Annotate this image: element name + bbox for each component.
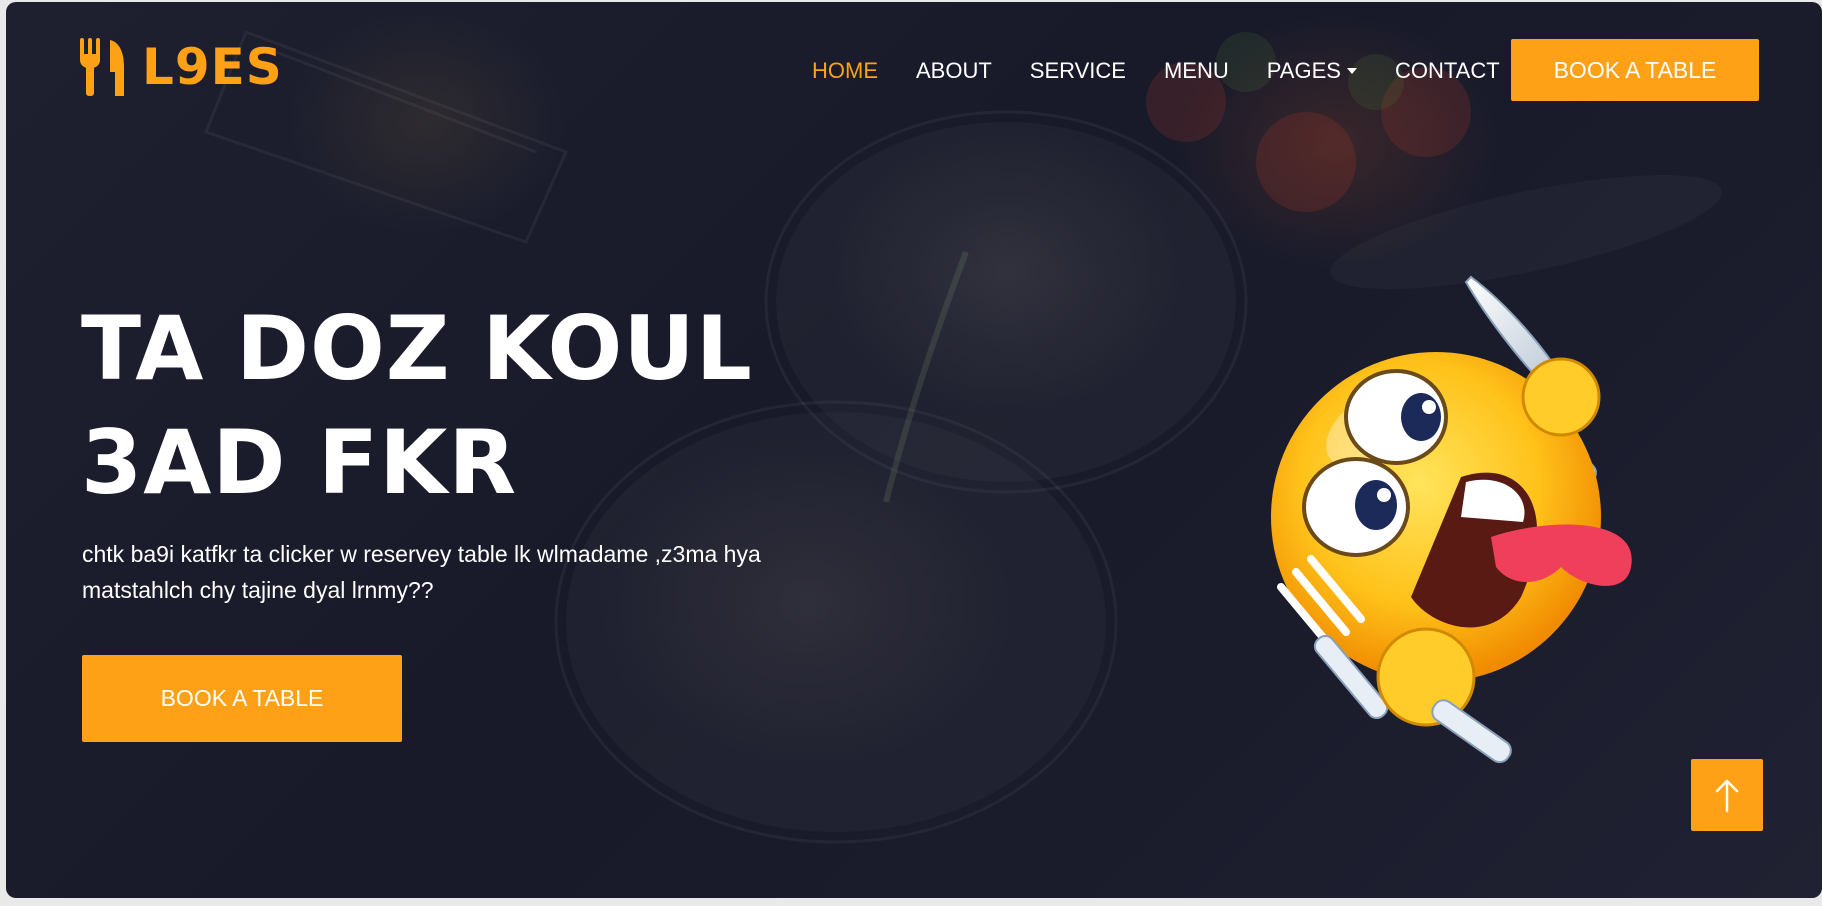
nav-book-table-button[interactable]: BOOK A TABLE xyxy=(1511,39,1759,101)
back-to-top-button[interactable] xyxy=(1691,759,1763,831)
main-nav: HOME ABOUT SERVICE MENU PAGES CONTACT xyxy=(812,58,1538,84)
nav-pages-dropdown[interactable]: PAGES xyxy=(1267,58,1357,84)
caret-down-icon xyxy=(1346,68,1357,74)
nav-pages-label: PAGES xyxy=(1266,58,1341,83)
hero-title: TA DOZ KOUL 3AD FKR xyxy=(81,292,841,520)
hero-section: L9ES HOME ABOUT SERVICE MENU PAGES CONTA… xyxy=(6,2,1822,898)
nav-service[interactable]: SERVICE xyxy=(1030,58,1126,84)
utensils-icon xyxy=(80,38,124,96)
nav-about[interactable]: ABOUT xyxy=(916,58,992,84)
hero-book-table-button[interactable]: BOOK A TABLE xyxy=(82,655,402,742)
hero-title-line1: TA DOZ KOUL xyxy=(81,297,753,400)
brand-logo[interactable]: L9ES xyxy=(78,36,283,98)
nav-home[interactable]: HOME xyxy=(812,58,878,84)
arrow-up-icon xyxy=(1715,779,1739,813)
hero-subtitle: chtk ba9i katfkr ta clicker w reservey t… xyxy=(82,541,761,603)
brand-name: L9ES xyxy=(142,38,283,96)
nav-menu[interactable]: MENU xyxy=(1164,58,1229,84)
nav-contact[interactable]: CONTACT xyxy=(1395,58,1500,84)
hungry-emoji-image xyxy=(1271,275,1632,764)
hero-title-line2: 3AD FKR xyxy=(81,411,518,514)
